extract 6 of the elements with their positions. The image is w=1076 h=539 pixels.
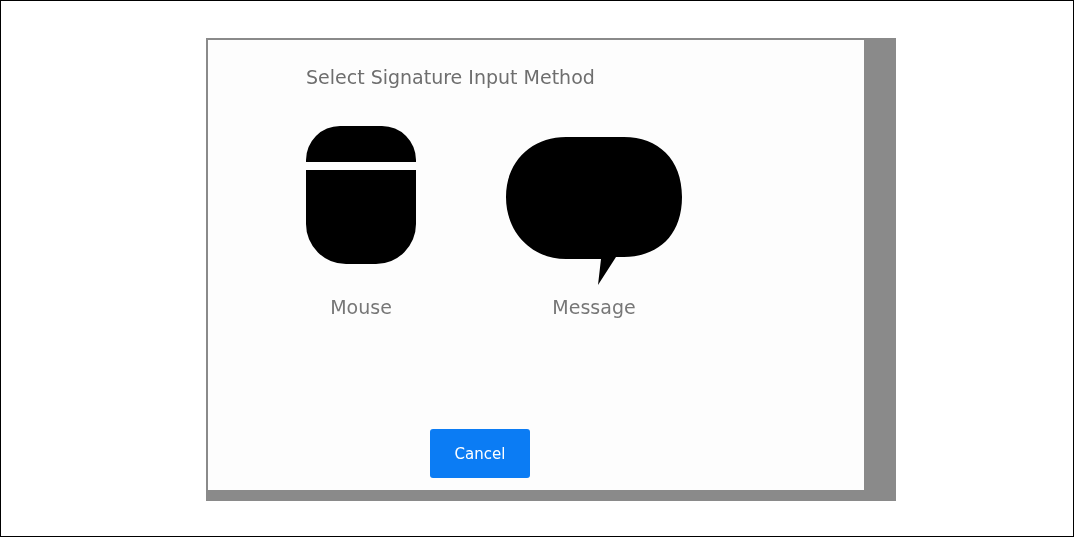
speech-bubble-icon[interactable] <box>506 137 682 287</box>
dialog-title: Select Signature Input Method <box>306 66 596 88</box>
mouse-icon[interactable] <box>306 126 416 264</box>
cancel-button[interactable]: Cancel <box>430 429 530 478</box>
option-label[interactable]: Mouse <box>330 296 392 318</box>
option-label[interactable]: Message <box>552 296 636 318</box>
